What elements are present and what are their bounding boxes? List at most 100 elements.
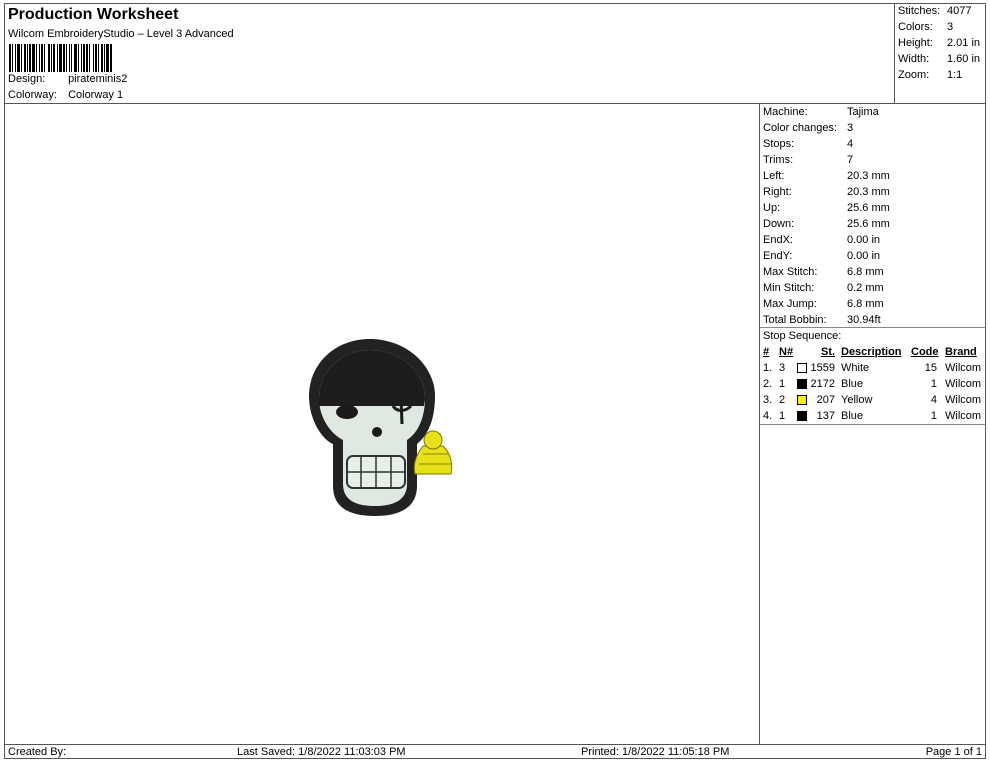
design-label: Design: [8,73,46,85]
info-label: Total Bobbin: [763,314,827,326]
width-row: Width: 1.60 in [898,53,980,65]
printed-date: Printed: 1/8/2022 11:05:18 PM [581,746,730,758]
colorway-label: Colorway: [8,89,57,101]
seq-brand: Wilcom [945,394,982,406]
stop-sequence-row: 1. 3 1559 White 15 Wilcom [763,360,985,376]
info-value: 30.94ft [847,314,881,326]
stitches-label: Stitches: [898,5,941,17]
seq-description: Yellow [841,394,873,406]
thread-color-swatch [797,395,807,405]
embroidery-design-image [309,339,453,516]
seq-needle: 1 [779,410,786,422]
colors-row: Colors: 3 [898,21,953,33]
info-row-endy: EndY: 0.00 in [763,248,880,264]
seq-stitches: 1559 [810,362,835,374]
info-label: Min Stitch: [763,282,815,294]
info-label: Down: [763,218,795,230]
info-value: 6.8 mm [847,266,884,278]
stop-sequence-row: 3. 2 207 Yellow 4 Wilcom [763,392,985,408]
height-value: 2.01 in [947,37,981,49]
info-label: Color changes: [763,122,837,134]
thread-color-swatch [797,363,807,373]
col-num: # [763,346,770,358]
info-label: Left: [763,170,785,182]
info-value: 20.3 mm [847,186,890,198]
info-value: 0.00 in [847,234,881,246]
info-row-down: Down: 25.6 mm [763,216,890,232]
barcode-image [9,44,187,72]
seq-code: 4 [930,394,937,406]
info-value: 7 [847,154,854,166]
info-value: 4 [847,138,854,150]
design-preview-area [5,104,760,744]
stop-sequence-row: 2. 1 2172 Blue 1 Wilcom [763,376,985,392]
col-description: Description [841,346,902,358]
worksheet-frame: Production Worksheet Wilcom EmbroiderySt… [4,3,986,759]
seq-stitches: 207 [816,394,835,406]
info-label: EndX: [763,234,793,246]
seq-num: 2. [763,378,773,390]
height-label: Height: [898,37,933,49]
info-label: Right: [763,186,792,198]
info-row-machine: Machine: Tajima [763,104,879,120]
zoom-value: 1:1 [947,69,963,81]
seq-description: Blue [841,378,864,390]
seq-num: 1. [763,362,773,374]
seq-stitches: 137 [816,410,835,422]
info-row-stops: Stops: 4 [763,136,853,152]
seq-description: White [841,362,870,374]
info-value: Tajima [847,106,879,118]
info-value: 25.6 mm [847,202,890,214]
info-label: Stops: [763,138,795,150]
seq-description: Blue [841,410,864,422]
stop-sequence-row: 4. 1 137 Blue 1 Wilcom [763,408,985,424]
info-value: 25.6 mm [847,218,890,230]
info-row-up: Up: 25.6 mm [763,200,890,216]
info-row-max-jump: Max Jump: 6.8 mm [763,296,884,312]
seq-needle: 1 [779,378,786,390]
zoom-label: Zoom: [898,69,930,81]
width-label: Width: [898,53,930,65]
seq-stitches: 2172 [810,378,835,390]
thread-color-swatch [797,379,807,389]
seq-num: 3. [763,394,773,406]
col-needle: N# [779,346,794,358]
zoom-row: Zoom: 1:1 [898,69,962,81]
info-row-color-changes: Color changes: 3 [763,120,853,136]
design-stats: Stitches: 4077 Colors: 3 Height: 2.01 in Wi… [895,4,985,104]
seq-code: 1 [930,378,937,390]
info-row-left: Left: 20.3 mm [763,168,890,184]
height-row: Height: 2.01 in [898,37,980,49]
colorway-row: Colorway: Colorway 1 [8,89,123,101]
info-value: 3 [847,122,854,134]
info-value: 0.2 mm [847,282,884,294]
barcode-bar [112,44,113,72]
seq-brand: Wilcom [945,410,982,422]
seq-num: 4. [763,410,773,422]
stitches-value: 4077 [947,5,972,17]
seq-code: 1 [930,410,937,422]
thread-color-swatch [797,411,807,421]
info-label: Up: [763,202,781,214]
last-saved: Last Saved: 1/8/2022 11:03:03 PM [237,746,406,758]
info-row-right: Right: 20.3 mm [763,184,890,200]
divider [760,424,986,425]
info-row-endx: EndX: 0.00 in [763,232,880,248]
width-value: 1.60 in [947,53,981,65]
seq-brand: Wilcom [945,362,982,374]
info-row-max-stitch: Max Stitch: 6.8 mm [763,264,884,280]
info-value: 6.8 mm [847,298,884,310]
colors-value: 3 [947,21,954,33]
machine-info-panel: Machine: Tajima Color changes: 3 Stops: 4 T… [760,104,986,744]
seq-code: 15 [924,362,937,374]
colorway-value: Colorway 1 [68,89,124,101]
page-title: Production Worksheet [8,6,179,23]
col-brand: Brand [945,346,977,358]
stop-sequence-title: Stop Sequence: [763,330,842,342]
info-label: Trims: [763,154,794,166]
info-label: Max Jump: [763,298,817,310]
page-number: Page 1 of 1 [925,746,982,758]
info-label: Machine: [763,106,808,118]
worksheet-header: Production Worksheet Wilcom EmbroiderySt… [5,4,895,104]
info-value: 20.3 mm [847,170,890,182]
